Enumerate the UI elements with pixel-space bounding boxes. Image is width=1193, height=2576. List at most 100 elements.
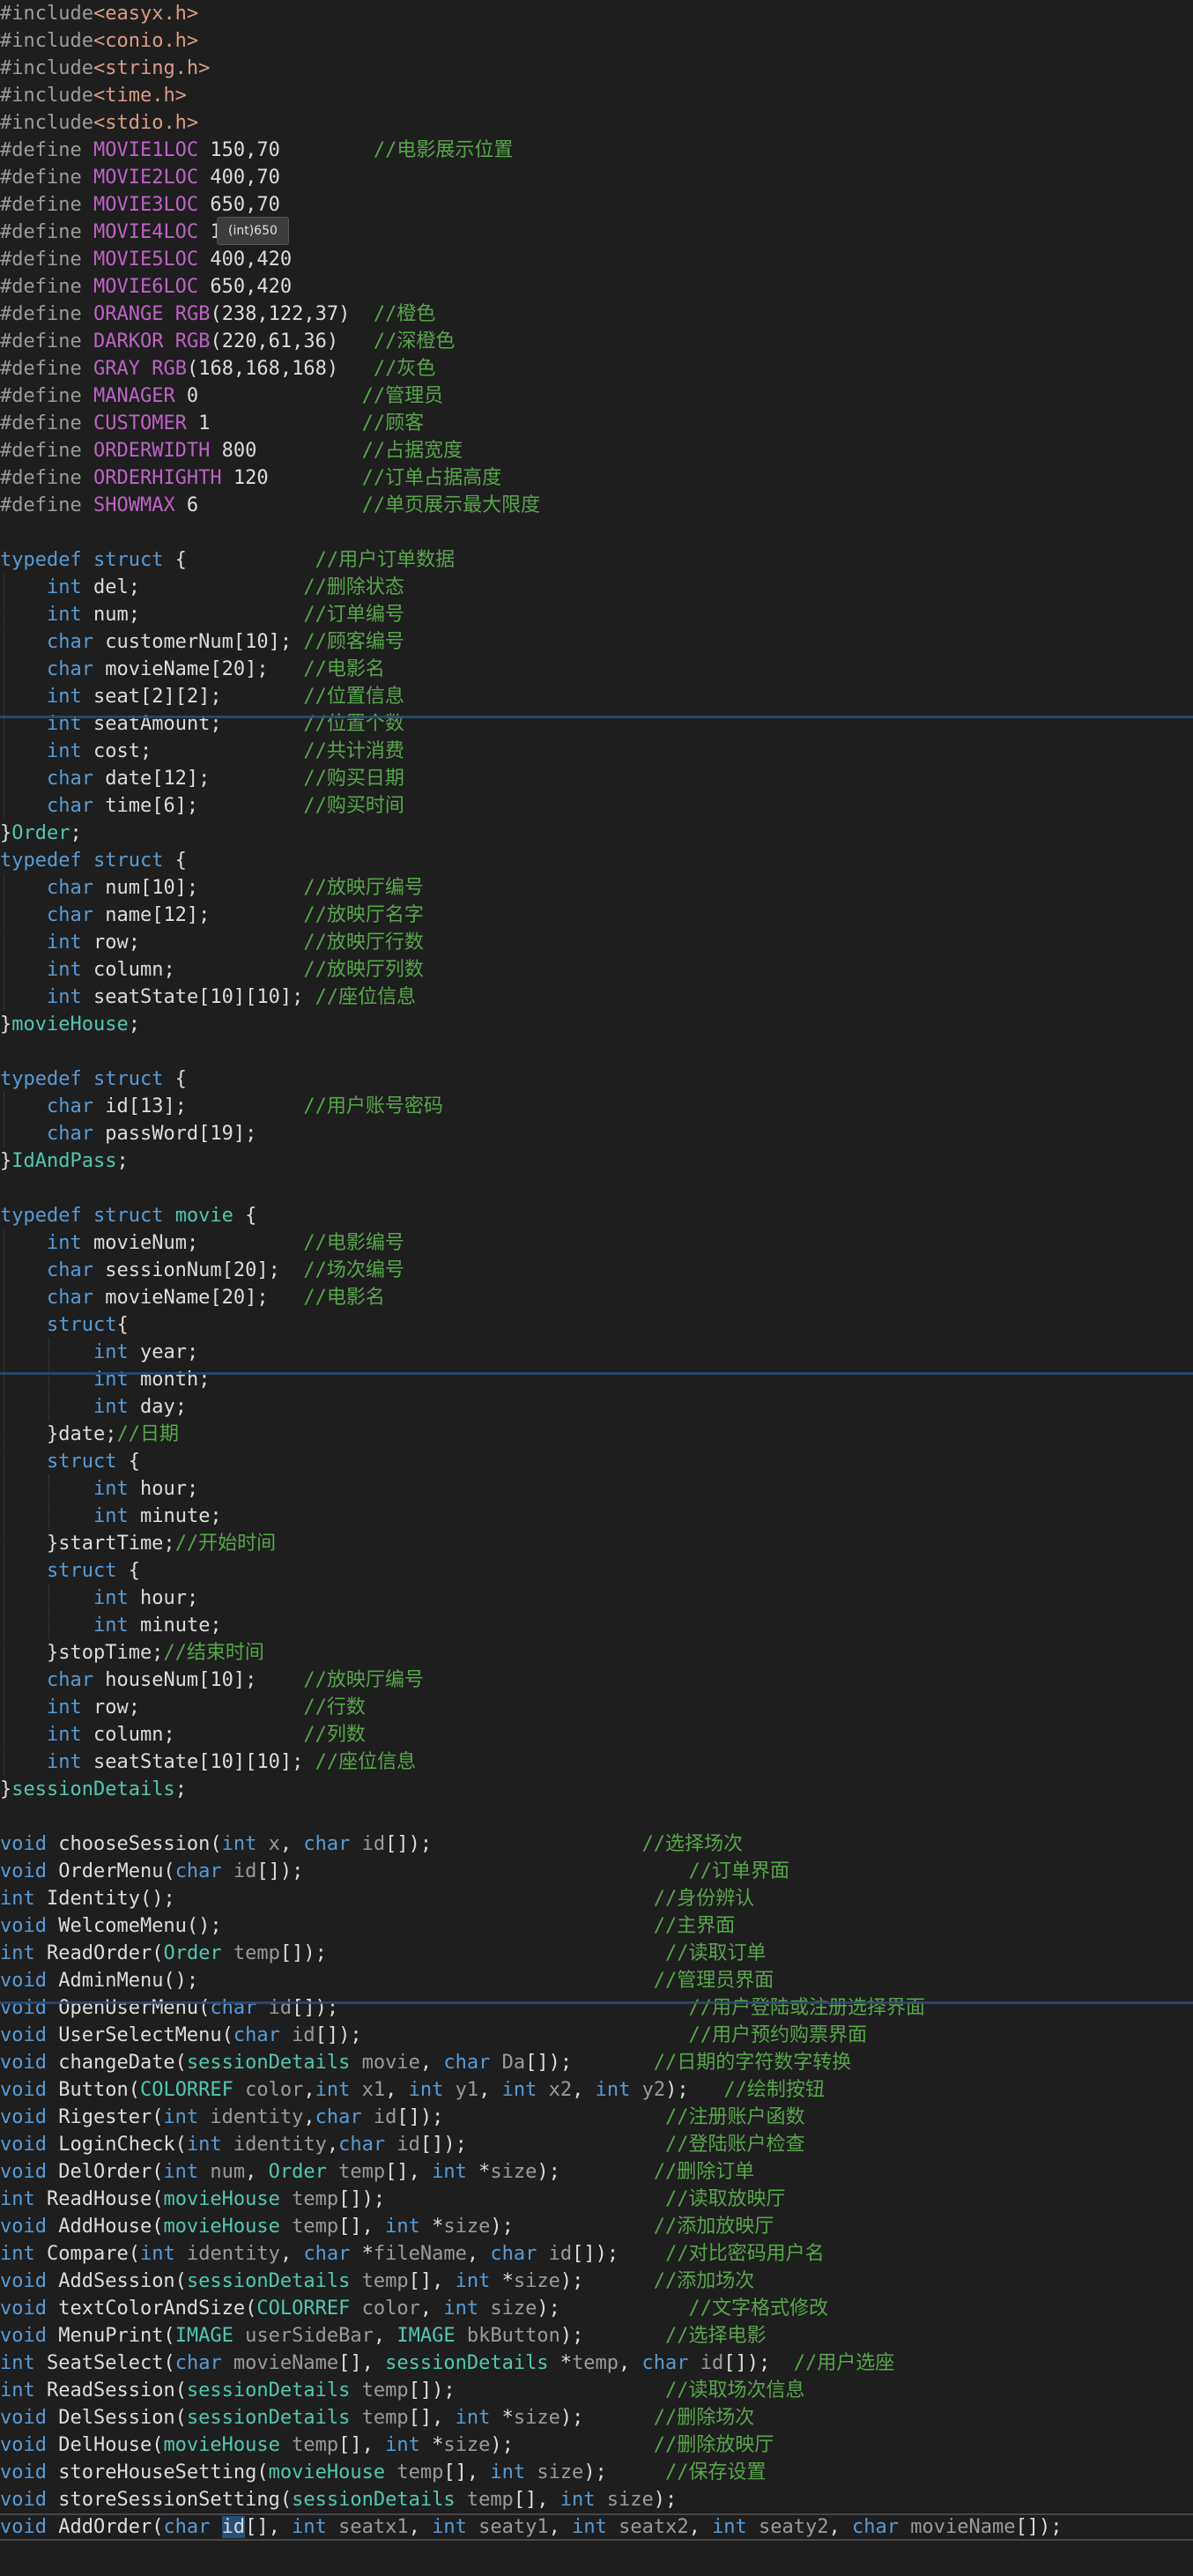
code-line[interactable]: void Button(COLORREF color,int x1, int y…	[0, 2076, 1193, 2104]
code-line[interactable]	[0, 1038, 1193, 1065]
code-line[interactable]: }IdAndPass;	[0, 1147, 1193, 1175]
code-line[interactable]: char sessionNum[20]; //场次编号	[0, 1257, 1193, 1284]
code-line[interactable]: void textColorAndSize(COLORREF color, in…	[0, 2295, 1193, 2322]
code-line[interactable]: int column; //放映厅列数	[0, 956, 1193, 984]
code-line[interactable]: void DelSession(sessionDetails temp[], i…	[0, 2404, 1193, 2431]
code-line[interactable]	[0, 1803, 1193, 1830]
code-line[interactable]: typedef struct movie {	[0, 1202, 1193, 1229]
code-token: y2	[630, 2079, 666, 2101]
code-line[interactable]: int column; //列数	[0, 1721, 1193, 1748]
code-line[interactable]: int cost; //共计消费	[0, 738, 1193, 765]
code-line[interactable]: #define MOVIE6LOC 650,420	[0, 273, 1193, 301]
code-line[interactable]: void storeSessionSetting(sessionDetails …	[0, 2486, 1193, 2513]
code-line[interactable]: #include<stdio.h>	[0, 109, 1193, 137]
code-line[interactable]: int movieNum; //电影编号	[0, 1229, 1193, 1257]
code-line[interactable]: char passWord[19];	[0, 1120, 1193, 1147]
code-line[interactable]: }startTime;//开始时间	[0, 1530, 1193, 1557]
code-line[interactable]: int SeatSelect(char movieName[], session…	[0, 2350, 1193, 2377]
code-line[interactable]: typedef struct {	[0, 1065, 1193, 1093]
code-line[interactable]: typedef struct {	[0, 847, 1193, 874]
code-line[interactable]: int month;	[0, 1366, 1193, 1393]
code-line[interactable]: }sessionDetails;	[0, 1776, 1193, 1803]
code-token: //对比密码用户名	[665, 2243, 825, 2265]
code-token: char	[641, 2352, 689, 2374]
code-line[interactable]: int seat[2][2]; //位置信息	[0, 683, 1193, 710]
code-line[interactable]: #define MANAGER 0 //管理员	[0, 382, 1193, 410]
code-line[interactable]: #define ORDERWIDTH 800 //占据宽度	[0, 437, 1193, 464]
code-line[interactable]: void chooseSession(int x, char id[]); //…	[0, 1830, 1193, 1858]
code-line[interactable]: #define MOVIE1LOC 150,70 //电影展示位置	[0, 137, 1193, 164]
code-line[interactable]: int minute;	[0, 1612, 1193, 1639]
code-line[interactable]: int Compare(int identity, char *fileName…	[0, 2240, 1193, 2268]
code-line[interactable]: int del; //删除状态	[0, 574, 1193, 601]
code-editor[interactable]: #include<easyx.h> #include<conio.h> #inclu…	[0, 0, 1193, 2576]
code-line[interactable]: #define MOVIE3LOC 650,70	[0, 191, 1193, 219]
code-line[interactable]: void OpenUserMenu(char id[]); //用户登陆或注册选…	[0, 1994, 1193, 2022]
code-line[interactable]: char date[12]; //购买日期	[0, 765, 1193, 792]
code-line[interactable]: #include<conio.h>	[0, 27, 1193, 55]
code-line[interactable]: int ReadOrder(Order temp[]); //读取订单	[0, 1940, 1193, 1967]
code-line[interactable]: char time[6]; //购买时间	[0, 792, 1193, 820]
code-line[interactable]: char num[10]; //放映厅编号	[0, 874, 1193, 902]
code-line[interactable]: int Identity(); //身份辨认	[0, 1885, 1193, 1912]
code-line[interactable]: int ReadHouse(movieHouse temp[]); //读取放映…	[0, 2186, 1193, 2213]
code-line[interactable]: int num; //订单编号	[0, 601, 1193, 628]
code-line[interactable]: #define MOVIE5LOC 400,420	[0, 246, 1193, 273]
code-line[interactable]: }stopTime;//结束时间	[0, 1639, 1193, 1667]
code-line[interactable]: char id[13]; //用户账号密码	[0, 1093, 1193, 1120]
code-line[interactable]: int seatAmount; //位置个数	[0, 710, 1193, 738]
code-line[interactable]: void changeDate(sessionDetails movie, ch…	[0, 2049, 1193, 2076]
code-line[interactable]: #include<time.h>	[0, 82, 1193, 109]
code-line[interactable]: }movieHouse;	[0, 1011, 1193, 1038]
code-line[interactable]: int seatState[10][10]; //座位信息	[0, 984, 1193, 1011]
code-line[interactable]: char movieName[20]; //电影名	[0, 1284, 1193, 1311]
code-line[interactable]: #define ORDERHIGHTH 120 //订单占据高度	[0, 464, 1193, 492]
code-line[interactable]: int hour;	[0, 1475, 1193, 1503]
code-line[interactable]: void DelOrder(int num, Order temp[], int…	[0, 2158, 1193, 2186]
code-line[interactable]: struct{	[0, 1311, 1193, 1339]
code-line[interactable]: void storeHouseSetting(movieHouse temp[]…	[0, 2459, 1193, 2486]
code-line[interactable]: #define ORANGE RGB(238,122,37) //橙色	[0, 301, 1193, 328]
code-line[interactable]: #define MOVIE2LOC 400,70	[0, 164, 1193, 191]
code-line[interactable]: #include<string.h>	[0, 55, 1193, 82]
code-line[interactable]: #define SHOWMAX 6 //单页展示最大限度	[0, 492, 1193, 519]
code-line[interactable]: void LoginCheck(int identity,char id[]);…	[0, 2131, 1193, 2158]
code-line[interactable]: int seatState[10][10]; //座位信息	[0, 1748, 1193, 1776]
code-line[interactable]: void MenuPrint(IMAGE userSideBar, IMAGE …	[0, 2322, 1193, 2350]
code-line[interactable]: void OrderMenu(char id[]); //订单界面	[0, 1858, 1193, 1885]
code-line[interactable]: char name[12]; //放映厅名字	[0, 902, 1193, 929]
code-line[interactable]: int day;	[0, 1393, 1193, 1421]
code-line[interactable]: void Rigester(int identity,char id[]); /…	[0, 2104, 1193, 2131]
code-line[interactable]: int row; //放映厅行数	[0, 929, 1193, 956]
code-line[interactable]: char houseNum[10]; //放映厅编号	[0, 1667, 1193, 1694]
code-token: houseNum[10];	[93, 1669, 304, 1691]
code-line[interactable]: #include<easyx.h>	[0, 0, 1193, 27]
code-line[interactable]: void WelcomeMenu(); //主界面	[0, 1912, 1193, 1940]
code-line[interactable]	[0, 519, 1193, 546]
code-line[interactable]: #define GRAY RGB(168,168,168) //灰色	[0, 355, 1193, 382]
code-line[interactable]: typedef struct { //用户订单数据	[0, 546, 1193, 574]
code-line[interactable]: #define MOVIE4LOC 1	[0, 219, 1193, 246]
code-line[interactable]: void AddOrder(char id[], int seatx1, int…	[0, 2513, 1193, 2541]
code-line[interactable]: void AdminMenu(); //管理员界面	[0, 1967, 1193, 1994]
code-token: temp	[455, 2489, 514, 2511]
code-line[interactable]: char movieName[20]; //电影名	[0, 656, 1193, 683]
code-line[interactable]	[0, 1175, 1193, 1202]
code-line[interactable]: int row; //行数	[0, 1694, 1193, 1721]
code-line[interactable]: struct {	[0, 1448, 1193, 1475]
code-line[interactable]: #define CUSTOMER 1 //顾客	[0, 410, 1193, 437]
code-line[interactable]: int year;	[0, 1339, 1193, 1366]
code-line[interactable]: void UserSelectMenu(char id[]); //用户预约购票…	[0, 2022, 1193, 2049]
code-line[interactable]: int ReadSession(sessionDetails temp[]); …	[0, 2377, 1193, 2404]
code-line[interactable]: void AddHouse(movieHouse temp[], int *si…	[0, 2213, 1193, 2240]
code-line[interactable]: struct {	[0, 1557, 1193, 1585]
code-line[interactable]: void AddSession(sessionDetails temp[], i…	[0, 2268, 1193, 2295]
code-token: typedef struct	[0, 1205, 164, 1227]
code-line[interactable]: void DelHouse(movieHouse temp[], int *si…	[0, 2431, 1193, 2459]
code-line[interactable]: int hour;	[0, 1585, 1193, 1612]
code-line[interactable]: }date;//日期	[0, 1421, 1193, 1448]
code-line[interactable]: int minute;	[0, 1503, 1193, 1530]
code-line[interactable]: }Order;	[0, 820, 1193, 847]
code-line[interactable]: #define DARKOR RGB(220,61,36) //深橙色	[0, 328, 1193, 355]
code-line[interactable]: char customerNum[10]; //顾客编号	[0, 628, 1193, 656]
